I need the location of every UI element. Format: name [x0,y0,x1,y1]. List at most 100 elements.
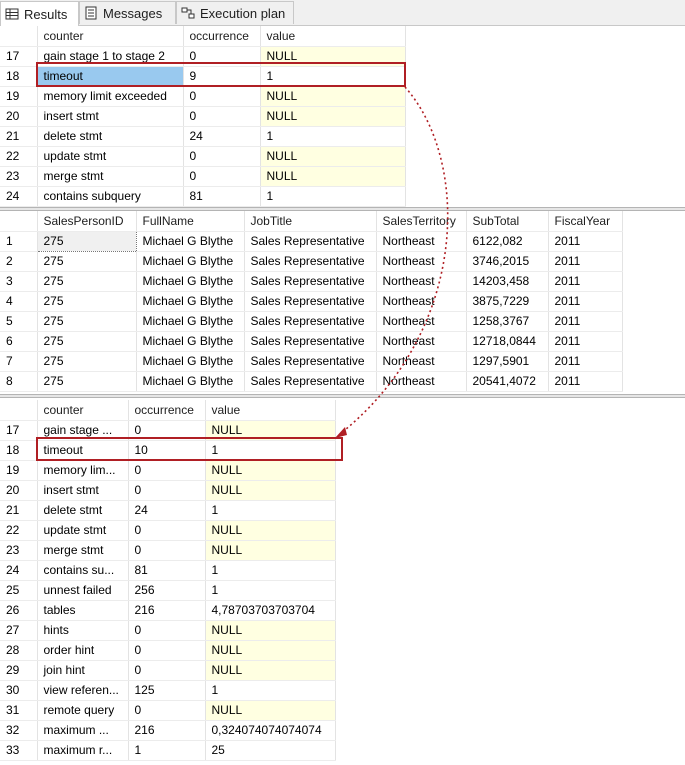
fullname-cell[interactable]: Michael G Blythe [136,351,245,372]
occurrence-cell[interactable]: 0 [183,146,261,167]
fullname-cell[interactable]: Michael G Blythe [136,311,245,332]
fullname-cell[interactable]: Michael G Blythe [136,231,245,252]
row-number[interactable]: 20 [0,480,38,501]
subtotal-cell[interactable]: 3875,7229 [466,291,549,312]
column-header-value[interactable]: value [260,26,406,47]
counter-cell[interactable]: tables [37,600,129,621]
value-cell[interactable]: 1 [205,500,336,521]
counter-cell[interactable]: memory lim... [37,460,129,481]
value-cell[interactable]: 1 [260,186,406,207]
counter-cell[interactable]: insert stmt [37,106,184,127]
value-cell[interactable]: 1 [205,560,336,581]
salesterritory-cell[interactable]: Northeast [376,291,467,312]
column-header-occurrence[interactable]: occurrence [128,400,206,421]
column-header-fullname[interactable]: FullName [136,211,245,232]
counter-cell[interactable]: delete stmt [37,126,184,147]
value-cell[interactable]: 1 [260,66,406,87]
counter-cell[interactable]: merge stmt [37,166,184,187]
fullname-cell[interactable]: Michael G Blythe [136,271,245,292]
occurrence-cell[interactable]: 0 [183,46,261,67]
row-number[interactable]: 27 [0,620,38,641]
result-grid-2[interactable]: SalesPersonID FullName JobTitle SalesTer… [0,211,685,394]
counter-cell[interactable]: join hint [37,660,129,681]
column-header-value[interactable]: value [205,400,336,421]
jobtitle-cell[interactable]: Sales Representative [244,311,377,332]
fiscalyear-cell[interactable]: 2011 [548,371,623,392]
jobtitle-cell[interactable]: Sales Representative [244,271,377,292]
value-cell[interactable]: NULL [260,166,406,187]
counter-cell[interactable]: remote query [37,700,129,721]
row-number[interactable]: 24 [0,186,38,207]
value-cell[interactable]: NULL [205,540,336,561]
column-header-salesterritory[interactable]: SalesTerritory [376,211,467,232]
column-header-occurrence[interactable]: occurrence [183,26,261,47]
value-cell[interactable]: NULL [205,480,336,501]
occurrence-cell[interactable]: 0 [128,620,206,641]
subtotal-cell[interactable]: 6122,082 [466,231,549,252]
occurrence-cell[interactable]: 0 [128,700,206,721]
occurrence-cell[interactable]: 216 [128,600,206,621]
counter-cell[interactable]: unnest failed [37,580,129,601]
counter-cell[interactable]: contains subquery [37,186,184,207]
occurrence-cell[interactable]: 24 [183,126,261,147]
occurrence-cell[interactable]: 0 [128,520,206,541]
counter-cell[interactable]: maximum r... [37,740,129,761]
row-number[interactable]: 8 [0,371,38,392]
row-number[interactable]: 28 [0,640,38,661]
counter-cell[interactable]: timeout [37,440,129,461]
occurrence-cell[interactable]: 0 [128,420,206,441]
salespersonid-cell[interactable]: 275 [37,271,137,292]
row-number-header[interactable] [0,211,38,232]
counter-cell[interactable]: memory limit exceeded [37,86,184,107]
row-number[interactable]: 21 [0,500,38,521]
value-cell[interactable]: NULL [205,420,336,441]
counter-cell[interactable]: maximum ... [37,720,129,741]
fiscalyear-cell[interactable]: 2011 [548,291,623,312]
tab-results[interactable]: Results [0,1,79,26]
row-number[interactable]: 23 [0,540,38,561]
occurrence-cell[interactable]: 216 [128,720,206,741]
fiscalyear-cell[interactable]: 2011 [548,331,623,352]
value-cell[interactable]: NULL [260,106,406,127]
jobtitle-cell[interactable]: Sales Representative [244,331,377,352]
salespersonid-cell[interactable]: 275 [37,291,137,312]
value-cell[interactable]: 1 [205,680,336,701]
value-cell[interactable]: NULL [205,520,336,541]
value-cell[interactable]: NULL [205,620,336,641]
value-cell[interactable]: NULL [260,46,406,67]
fiscalyear-cell[interactable]: 2011 [548,251,623,272]
value-cell[interactable]: NULL [205,660,336,681]
occurrence-cell[interactable]: 10 [128,440,206,461]
occurrence-cell[interactable]: 125 [128,680,206,701]
row-number[interactable]: 33 [0,740,38,761]
counter-cell[interactable]: order hint [37,640,129,661]
value-cell[interactable]: NULL [260,146,406,167]
counter-cell[interactable]: merge stmt [37,540,129,561]
occurrence-cell[interactable]: 0 [183,166,261,187]
column-header-counter[interactable]: counter [37,400,129,421]
row-number[interactable]: 17 [0,46,38,67]
fullname-cell[interactable]: Michael G Blythe [136,251,245,272]
column-header-jobtitle[interactable]: JobTitle [244,211,377,232]
salespersonid-cell[interactable]: 275 [37,371,137,392]
counter-cell[interactable]: timeout [37,66,184,87]
subtotal-cell[interactable]: 12718,0844 [466,331,549,352]
salesterritory-cell[interactable]: Northeast [376,231,467,252]
value-cell[interactable]: 25 [205,740,336,761]
salesterritory-cell[interactable]: Northeast [376,271,467,292]
tab-messages[interactable]: Messages [79,1,176,24]
row-number[interactable]: 30 [0,680,38,701]
result-grid-3[interactable]: counter occurrence value 17 gain stage ..… [0,400,685,765]
occurrence-cell[interactable]: 0 [128,660,206,681]
value-cell[interactable]: NULL [205,700,336,721]
row-number[interactable]: 32 [0,720,38,741]
salespersonid-cell[interactable]: 275 [37,251,137,272]
row-number[interactable]: 18 [0,66,38,87]
occurrence-cell[interactable]: 81 [128,560,206,581]
row-number[interactable]: 29 [0,660,38,681]
counter-cell[interactable]: hints [37,620,129,641]
row-number[interactable]: 3 [0,271,38,292]
occurrence-cell[interactable]: 9 [183,66,261,87]
row-number[interactable]: 4 [0,291,38,312]
fullname-cell[interactable]: Michael G Blythe [136,371,245,392]
